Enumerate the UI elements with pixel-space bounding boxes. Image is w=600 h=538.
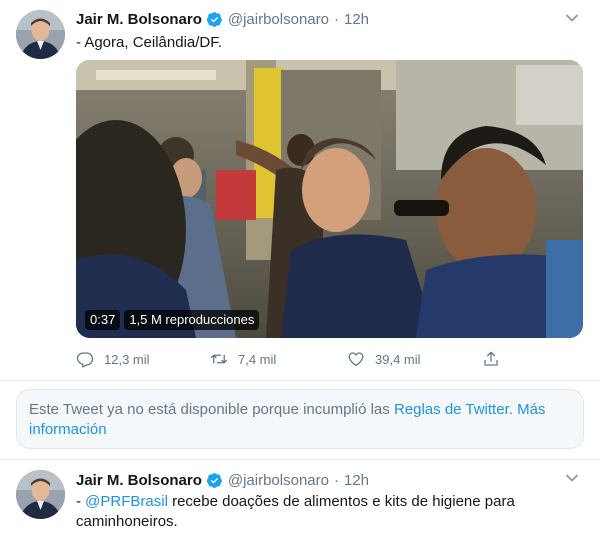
twitter-rules-link[interactable]: Reglas de Twitter	[394, 401, 509, 418]
reply-count: 12,3 mil	[104, 351, 150, 367]
video-player[interactable]: 0:37 1,5 M reproducciones	[76, 60, 583, 338]
video-duration: 0:37	[85, 310, 121, 330]
like-button[interactable]: 39,4 mil	[347, 348, 421, 370]
timestamp[interactable]: 12h	[344, 472, 369, 489]
display-name[interactable]: Jair M. Bolsonaro	[76, 472, 202, 489]
video-badges: 0:37 1,5 M reproducciones	[85, 310, 260, 330]
display-name[interactable]: Jair M. Bolsonaro	[76, 11, 202, 28]
notice-separator: .	[508, 401, 518, 418]
video-view-count: 1,5 M reproducciones	[124, 310, 260, 330]
user-handle[interactable]: @jairbolsonaro	[228, 11, 329, 28]
avatar[interactable]	[16, 470, 65, 519]
chevron-down-icon[interactable]	[564, 470, 580, 486]
share-button[interactable]	[482, 348, 510, 370]
tweet-text: - Agora, Ceilândia/DF.	[76, 34, 222, 51]
text-prefix: -	[76, 493, 86, 510]
avatar[interactable]	[16, 10, 65, 59]
tweet-1[interactable]: Jair M. Bolsonaro @jairbolsonaro · 12h -…	[0, 0, 600, 382]
video-thumbnail	[76, 60, 583, 338]
timestamp[interactable]: 12h	[344, 11, 369, 28]
reply-button[interactable]: 12,3 mil	[76, 348, 150, 370]
retweet-count: 7,4 mil	[238, 351, 277, 367]
tweet-header: Jair M. Bolsonaro @jairbolsonaro · 12h	[76, 9, 369, 29]
divider	[0, 380, 600, 381]
chevron-down-icon[interactable]	[564, 10, 580, 26]
tweet-2[interactable]: Jair M. Bolsonaro @jairbolsonaro · 12h -…	[0, 460, 600, 538]
reply-icon	[76, 352, 94, 368]
like-count: 39,4 mil	[375, 351, 421, 367]
verified-badge-icon	[206, 11, 223, 28]
notice-text: Este Tweet ya no está disponible porque …	[29, 401, 394, 418]
user-handle[interactable]: @jairbolsonaro	[228, 472, 329, 489]
verified-badge-icon	[206, 472, 223, 489]
retweet-icon	[210, 354, 228, 364]
unavailable-tweet-notice: Este Tweet ya no está disponible porque …	[16, 389, 584, 449]
share-icon	[484, 351, 498, 366]
tweet-header: Jair M. Bolsonaro @jairbolsonaro · 12h	[76, 470, 369, 490]
retweet-button[interactable]: 7,4 mil	[210, 348, 276, 370]
tweet-text: - @PRFBrasil recebe doações de alimentos…	[76, 492, 576, 532]
separator-dot: ·	[333, 471, 339, 489]
mention-link[interactable]: @PRFBrasil	[85, 493, 168, 510]
separator-dot: ·	[333, 10, 339, 28]
heart-icon	[348, 352, 364, 367]
tweet-actions: 12,3 mil 7,4 mil 39,4 mil	[76, 348, 506, 370]
